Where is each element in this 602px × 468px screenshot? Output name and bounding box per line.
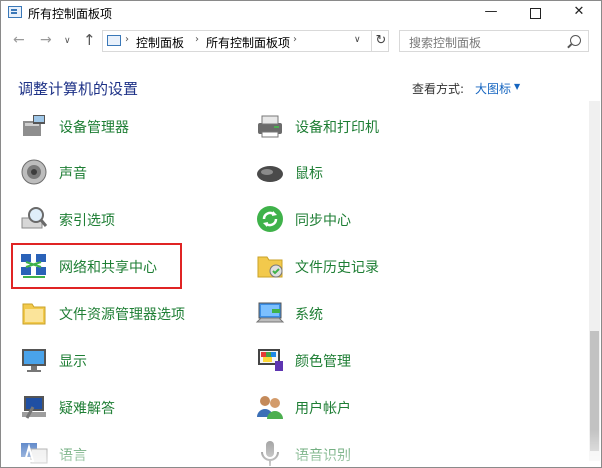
view-by-label: 查看方式: xyxy=(412,82,465,96)
item-label: 索引选项 xyxy=(59,213,115,229)
item-label: 语言 xyxy=(59,448,87,464)
breadcrumb-separator[interactable]: › xyxy=(293,34,297,45)
item-system[interactable]: 系统 xyxy=(255,298,485,332)
item-label: 声音 xyxy=(59,166,87,182)
back-button[interactable]: ← xyxy=(13,32,25,48)
speaker-icon xyxy=(21,159,47,185)
item-label: 语音识别 xyxy=(295,448,351,464)
control-panel-icon xyxy=(8,6,22,18)
index-options-icon xyxy=(21,207,48,229)
item-label: 颜色管理 xyxy=(295,354,351,370)
item-label: 网络和共享中心 xyxy=(59,260,157,276)
up-button[interactable]: ↑ xyxy=(83,31,96,49)
title-bar: 所有控制面板项 — ✕ xyxy=(1,1,601,25)
mouse-icon xyxy=(257,166,283,182)
item-mouse[interactable]: 鼠标 xyxy=(255,157,485,191)
item-troubleshooting[interactable]: 疑难解答 xyxy=(19,392,249,426)
item-device-manager[interactable]: 设备管理器 xyxy=(19,111,249,145)
page-title: 调整计算机的设置 xyxy=(18,80,139,98)
system-icon xyxy=(255,302,285,323)
address-bar[interactable]: › 控制面板 › 所有控制面板项 › ∨ ↻ xyxy=(102,30,389,52)
view-by-dropdown[interactable]: 大图标 xyxy=(475,80,511,97)
device-manager-icon xyxy=(23,115,45,136)
navigation-bar: ← → ∨ ↑ › 控制面板 › 所有控制面板项 › ∨ ↻ 搜索控制面板 xyxy=(1,28,601,56)
color-management-icon xyxy=(258,349,283,371)
forward-button[interactable]: → xyxy=(40,32,52,48)
microphone-icon xyxy=(261,441,279,466)
printer-icon xyxy=(258,115,282,138)
maximize-button[interactable] xyxy=(513,1,557,25)
recent-locations-button[interactable]: ∨ xyxy=(64,36,71,46)
item-sync-center[interactable]: 同步中心 xyxy=(255,204,485,238)
search-icon[interactable] xyxy=(570,35,581,46)
item-file-explorer-options[interactable]: 文件资源管理器选项 xyxy=(19,298,249,332)
control-panel-small-icon xyxy=(107,35,121,46)
breadcrumb-separator[interactable]: › xyxy=(125,34,129,45)
breadcrumb-all-items[interactable]: 所有控制面板项 xyxy=(206,34,290,51)
item-user-accounts[interactable]: 用户帐户 xyxy=(255,392,485,426)
display-icon xyxy=(22,349,46,372)
file-history-icon xyxy=(257,256,283,278)
item-label: 用户帐户 xyxy=(295,401,351,417)
item-indexing-options[interactable]: 索引选项 xyxy=(19,204,249,238)
item-language[interactable]: 语言 xyxy=(19,439,249,467)
item-label: 文件历史记录 xyxy=(295,260,379,276)
breadcrumb-separator[interactable]: › xyxy=(195,34,199,45)
item-label: 设备和打印机 xyxy=(295,120,379,136)
item-label: 疑难解答 xyxy=(59,401,115,417)
item-devices-printers[interactable]: 设备和打印机 xyxy=(255,111,485,145)
item-color-management[interactable]: 颜色管理 xyxy=(255,345,485,379)
vertical-scrollbar[interactable] xyxy=(589,101,600,461)
refresh-button[interactable]: ↻ xyxy=(371,31,390,51)
item-label: 文件资源管理器选项 xyxy=(59,307,185,323)
item-sound[interactable]: 声音 xyxy=(19,157,249,191)
scrollbar-thumb[interactable] xyxy=(590,331,599,451)
address-dropdown-button[interactable]: ∨ xyxy=(354,35,361,45)
control-panel-window: 所有控制面板项 — ✕ ← → ∨ ↑ › 控制面板 › 所有控制面板项 › ∨… xyxy=(0,0,602,468)
language-icon xyxy=(21,443,48,464)
item-label: 同步中心 xyxy=(295,213,351,229)
troubleshooting-icon xyxy=(22,396,46,419)
breadcrumb-control-panel[interactable]: 控制面板 xyxy=(136,34,184,51)
user-accounts-icon xyxy=(257,396,283,419)
network-icon xyxy=(21,254,46,278)
search-placeholder: 搜索控制面板 xyxy=(409,36,482,50)
window-title: 所有控制面板项 xyxy=(28,7,113,21)
item-display[interactable]: 显示 xyxy=(19,345,249,379)
sync-icon xyxy=(257,206,283,232)
item-label: 系统 xyxy=(295,307,323,323)
item-label: 显示 xyxy=(59,354,87,370)
search-input[interactable]: 搜索控制面板 xyxy=(399,30,589,52)
item-file-history[interactable]: 文件历史记录 xyxy=(255,251,485,285)
item-label: 设备管理器 xyxy=(59,120,129,136)
item-network-sharing-center[interactable]: 网络和共享中心 xyxy=(19,251,249,285)
folder-options-icon xyxy=(22,303,46,325)
item-speech-recognition[interactable]: 语音识别 xyxy=(255,439,485,467)
maximize-icon xyxy=(529,8,541,19)
close-button[interactable]: ✕ xyxy=(557,1,601,25)
item-label: 鼠标 xyxy=(295,166,323,182)
minimize-button[interactable]: — xyxy=(469,1,513,25)
chevron-down-icon[interactable]: ▼ xyxy=(514,82,520,91)
